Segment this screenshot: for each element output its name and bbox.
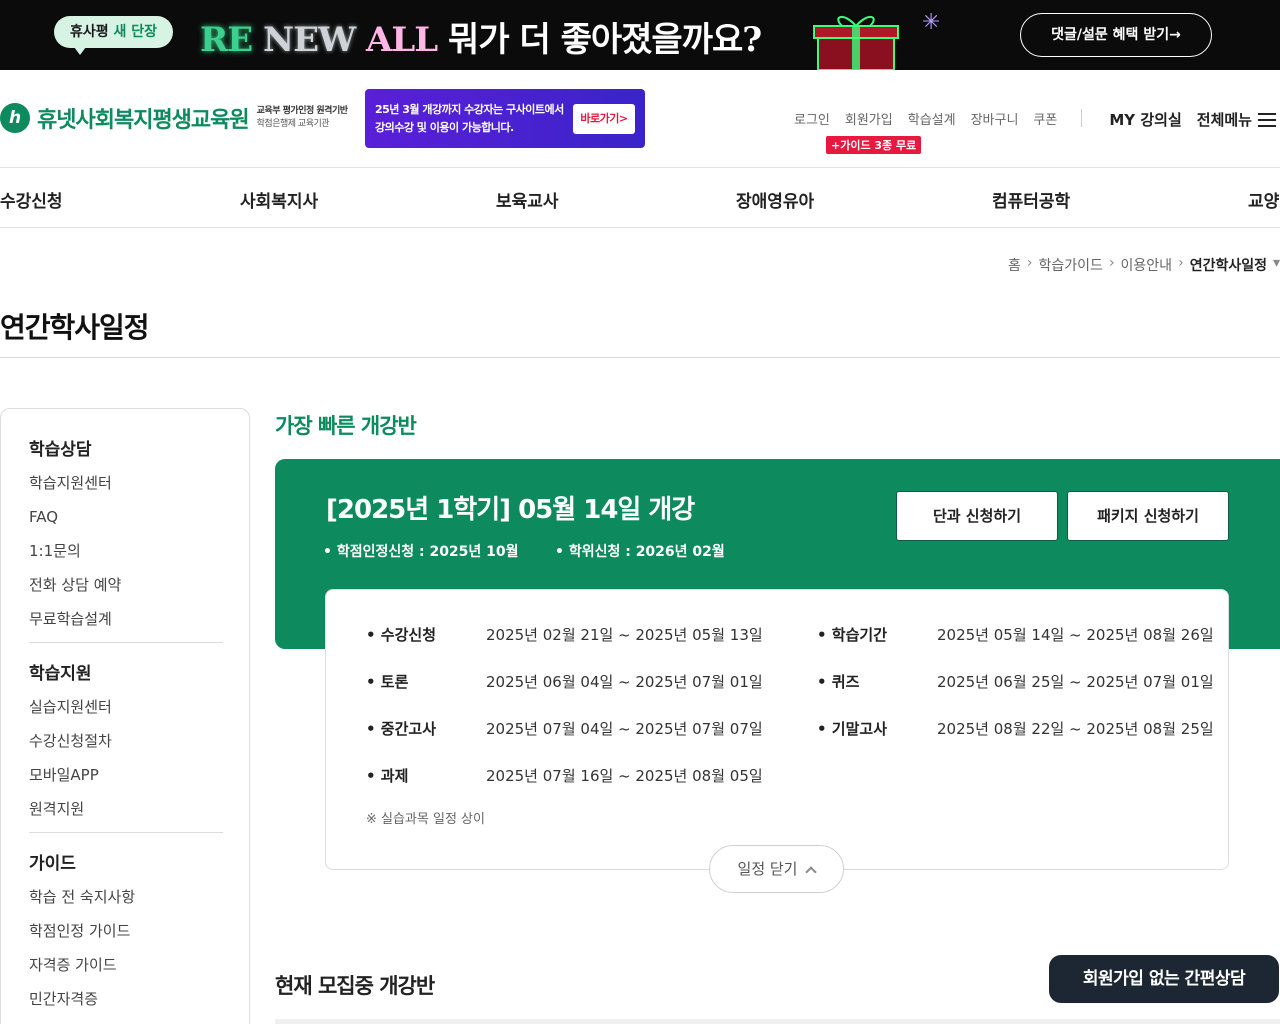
sidebar-item-license-guide[interactable]: 자격증 가이드: [29, 956, 223, 990]
promo-tag-emphasis: 새 단장: [113, 24, 158, 40]
schedule-note: ※ 실습과목 일정 상이: [366, 812, 485, 827]
promo-banner[interactable]: 휴사평 새 단장 RE NEW ALL 뭐가 더 좋아졌을까요? ✳ 댓글/설문…: [0, 0, 1280, 70]
title-divider: [0, 357, 1280, 358]
nav-liberal-arts[interactable]: 교양: [1248, 187, 1279, 212]
schedule-panel: • 수강신청 2025년 02월 21일 ~ 2025년 05월 13일 • 학…: [325, 589, 1229, 870]
schedule-label: • 과제: [366, 767, 409, 785]
schedule-value: 2025년 06월 04일 ~ 2025년 07월 01일: [486, 673, 763, 691]
sparkle-icon: ✳: [922, 10, 941, 35]
fastest-class-title: 가장 빠른 개강반: [275, 414, 417, 438]
sidebar-group-title: 학습상담: [29, 440, 92, 460]
sidebar-item-private-license[interactable]: 민간자격증: [29, 990, 223, 1024]
nav-social-worker[interactable]: 사회복지사: [240, 187, 318, 212]
nav-computer-eng[interactable]: 컴퓨터공학: [992, 187, 1070, 212]
schedule-value: 2025년 07월 16일 ~ 2025년 08월 05일: [486, 767, 763, 785]
nav-childcare-teacher[interactable]: 보육교사: [496, 187, 559, 212]
promo-tag: 휴사평 새 단장: [54, 16, 174, 55]
main-nav: 수강신청 사회복지사 보육교사 장애영유아 컴퓨터공학 교양: [0, 168, 1280, 228]
single-apply-button[interactable]: 단과 신청하기: [896, 491, 1058, 541]
guide-badge: +가이드 3종 무료: [826, 136, 922, 154]
logo-name: 휴넷사회복지평생교육원: [37, 108, 250, 133]
gift-box-icon: [813, 16, 899, 70]
breadcrumb: 홈 › 학습가이드 › 이용안내 › 연간학사일정 ▾: [1008, 255, 1280, 275]
sidebar-item-inquiry[interactable]: 1:1문의: [29, 542, 223, 576]
recruiting-class-title: 현재 모집중 개강반: [275, 974, 435, 998]
page-title: 연간학사일정: [0, 311, 150, 344]
chevron-right-icon: ›: [1178, 255, 1184, 271]
quick-consult-button[interactable]: 회원가입 없는 간편상담: [1049, 955, 1279, 1003]
breadcrumb-home[interactable]: 홈: [1008, 255, 1021, 275]
sidebar-item-free-plan[interactable]: 무료학습설계: [29, 610, 223, 644]
caret-down-icon[interactable]: ▾: [1273, 255, 1280, 275]
nav-enroll[interactable]: 수강신청: [0, 187, 63, 212]
close-schedule-label: 일정 닫기: [737, 860, 798, 878]
breadcrumb-usage[interactable]: 이용안내: [1121, 255, 1173, 275]
sidebar-item-phone-reservation[interactable]: 전화 상담 예약: [29, 576, 223, 610]
package-apply-button[interactable]: 패키지 신청하기: [1067, 491, 1229, 541]
breadcrumb-current[interactable]: 연간학사일정: [1190, 255, 1267, 275]
promo-headline: RE NEW ALL 뭐가 더 좋아졌을까요?: [200, 12, 762, 61]
promo-cta-button[interactable]: 댓글/설문 혜택 받기→: [1020, 13, 1212, 57]
chevron-right-icon: ›: [1026, 255, 1033, 271]
schedule-value: 2025년 05월 14일 ~ 2025년 08월 26일: [937, 626, 1214, 644]
schedule-label: • 기말고사: [817, 720, 888, 738]
ad-go-button[interactable]: 바로가기>: [573, 104, 635, 134]
sidebar-item-mobile-app[interactable]: 모바일APP: [29, 766, 223, 800]
all-menu-label: 전체메뉴: [1196, 111, 1252, 129]
promo-headline-new: NEW: [252, 20, 356, 60]
nav-disabled-infant[interactable]: 장애영유아: [736, 187, 814, 212]
sidebar-item-remote-support[interactable]: 원격지원: [29, 800, 223, 834]
utility-nav: 로그인 회원가입 학습설계 장바구니 쿠폰 MY 강의실 전체메뉴: [794, 109, 1276, 130]
hamburger-icon: [1257, 112, 1276, 127]
schedule-value: 2025년 06월 25일 ~ 2025년 07월 01일: [937, 673, 1214, 691]
logo-mark-icon: h: [0, 103, 30, 133]
sidebar-divider: [29, 832, 223, 833]
chevron-up-icon: [805, 866, 818, 878]
schedule-label: • 중간고사: [366, 720, 437, 738]
sidebar-item-credit-guide[interactable]: 학점인정 가이드: [29, 922, 223, 956]
promo-headline-question: 뭐가 더 좋아졌을까요?: [437, 20, 762, 60]
util-study-plan[interactable]: 학습설계: [908, 109, 956, 130]
promo-tag-prefix: 휴사평: [70, 24, 109, 40]
notice-ad-banner[interactable]: 25년 3월 개강까지 수강자는 구사이트에서 강의수강 및 이용이 가능합니다…: [365, 89, 645, 148]
site-header: h 휴넷사회복지평생교육원 교육부 평가인정 원격기반 학점은행제 교육기관 2…: [0, 70, 1280, 168]
sidebar-group-title: 가이드: [29, 854, 76, 874]
util-signup[interactable]: 회원가입: [845, 109, 893, 130]
sidebar-item-pre-study[interactable]: 학습 전 숙지사항: [29, 888, 223, 922]
all-menu-button[interactable]: 전체메뉴: [1197, 109, 1276, 130]
degree-apply-date: • 학위신청 : 2026년 02월: [555, 544, 725, 560]
schedule-label: • 학습기간: [817, 626, 888, 644]
util-cart[interactable]: 장바구니: [971, 109, 1019, 130]
class-card-title: [2025년 1학기] 05월 14일 개강: [326, 495, 695, 525]
logo-subtitle: 교육부 평가인정 원격기반 학점은행제 교육기관: [257, 105, 348, 131]
promo-headline-re: RE: [200, 20, 253, 60]
schedule-value: 2025년 02월 21일 ~ 2025년 05월 13일: [486, 626, 763, 644]
my-classroom-link[interactable]: MY 강의실: [1109, 109, 1181, 130]
schedule-value: 2025년 08월 22일 ~ 2025년 08월 25일: [937, 720, 1214, 738]
util-coupon[interactable]: 쿠폰: [1033, 109, 1057, 130]
sidebar-item-support-center[interactable]: 학습지원센터: [29, 474, 223, 508]
logo-sub-line2: 학점은행제 교육기관: [256, 119, 330, 129]
promo-headline-all: ALL: [355, 20, 438, 60]
breadcrumb-guide[interactable]: 학습가이드: [1039, 255, 1103, 275]
schedule-value: 2025년 07월 04일 ~ 2025년 07월 07일: [486, 720, 763, 738]
sidebar-item-faq[interactable]: FAQ: [29, 508, 223, 542]
schedule-label: • 수강신청: [366, 626, 437, 644]
schedule-label: • 토론: [366, 673, 409, 691]
close-schedule-button[interactable]: 일정 닫기: [709, 845, 844, 893]
sidebar-divider: [29, 642, 223, 643]
recruiting-list-top: [275, 1019, 1280, 1024]
util-login[interactable]: 로그인: [794, 109, 830, 130]
logo-sub-line1: 교육부 평가인정 원격기반: [256, 106, 348, 116]
sidebar-item-enroll-process[interactable]: 수강신청절차: [29, 732, 223, 766]
credit-apply-date: • 학점인정신청 : 2025년 10월: [323, 544, 519, 560]
site-logo[interactable]: h 휴넷사회복지평생교육원 교육부 평가인정 원격기반 학점은행제 교육기관: [0, 102, 348, 134]
util-divider: [1081, 109, 1083, 127]
chevron-right-icon: ›: [1108, 255, 1115, 271]
schedule-label: • 퀴즈: [817, 673, 860, 691]
sidebar-group-title: 학습지원: [29, 664, 92, 684]
sidebar-item-practice-center[interactable]: 실습지원센터: [29, 698, 223, 732]
sidebar: 학습상담 학습지원센터 FAQ 1:1문의 전화 상담 예약 무료학습설계 학습…: [0, 408, 250, 1024]
